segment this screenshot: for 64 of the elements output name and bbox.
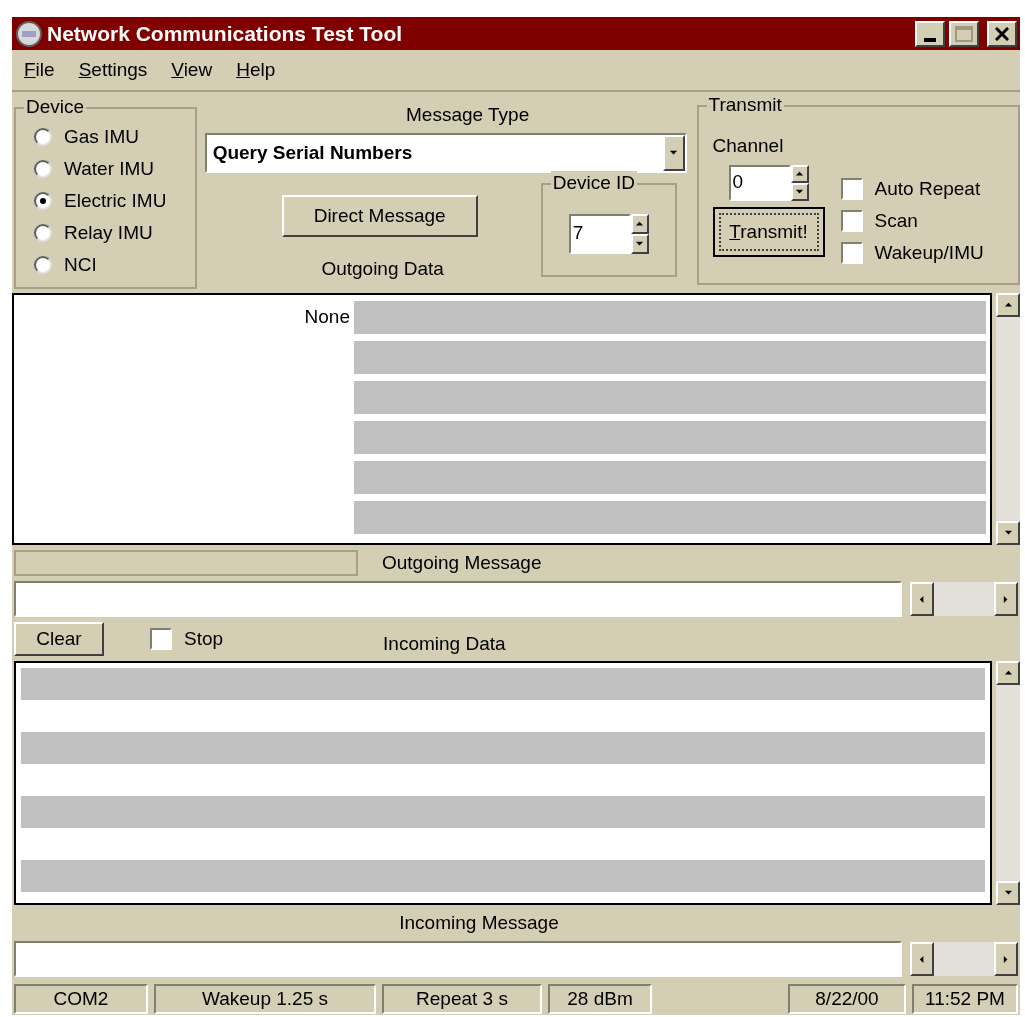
menu-item[interactable]: View <box>171 55 213 85</box>
checkbox[interactable] <box>840 242 863 264</box>
minimize-icon <box>924 37 936 42</box>
app-icon <box>15 19 43 48</box>
checkbox-label: Stop <box>184 626 224 651</box>
maximize-button[interactable] <box>949 20 979 47</box>
scroll-up-button[interactable] <box>996 661 1020 685</box>
dropdown-value: Query Serial Numbers <box>211 140 414 165</box>
table-cell-text: None <box>304 305 350 329</box>
radio-label: Electric IMU <box>64 188 167 213</box>
menu-item[interactable]: Settings <box>78 55 148 85</box>
message-type-label: Message Type <box>406 103 530 127</box>
transmit-button[interactable]: Transmit! <box>712 207 825 257</box>
close-button[interactable] <box>987 20 1017 47</box>
scroll-right-button[interactable] <box>994 582 1018 616</box>
radio-button[interactable] <box>34 224 52 242</box>
incoming-data-label: Incoming Data <box>383 631 506 656</box>
direct-message-button[interactable]: Direct Message <box>281 195 478 237</box>
menu-item[interactable]: File <box>24 55 55 85</box>
device-id-field[interactable]: 7 <box>568 214 631 254</box>
status-panel: Repeat 3 s <box>382 984 542 1014</box>
checkbox[interactable] <box>150 628 172 650</box>
horizontal-scrollbar[interactable] <box>910 582 1018 616</box>
minimize-button[interactable] <box>915 20 945 47</box>
horizontal-scrollbar[interactable] <box>910 942 1018 976</box>
status-panel: Wakeup 1.25 s <box>154 984 376 1014</box>
incoming-message-label: Incoming Message <box>399 910 559 935</box>
checkbox[interactable] <box>840 210 863 232</box>
message-type-dropdown[interactable]: Query Serial Numbers <box>204 133 687 173</box>
checkbox-label: Auto Repeat <box>874 176 981 201</box>
outgoing-message-label: Outgoing Message <box>382 550 542 575</box>
scroll-right-button[interactable] <box>994 942 1018 976</box>
outgoing-message-field[interactable] <box>14 581 902 617</box>
status-panel: 8/22/00 <box>788 984 906 1014</box>
scroll-down-button[interactable] <box>996 521 1020 545</box>
scroll-left-button[interactable] <box>910 942 934 976</box>
radio-label: Relay IMU <box>64 220 153 245</box>
checkbox-label: Wakeup/IMU <box>874 240 984 265</box>
radio-label: Gas IMU <box>64 124 139 149</box>
status-panel: 11:52 PM <box>912 984 1018 1014</box>
outgoing-data-label: Outgoing Data <box>321 257 444 281</box>
scroll-up-button[interactable] <box>996 293 1020 317</box>
channel-label: Channel <box>712 134 785 158</box>
radio-button[interactable] <box>34 192 52 210</box>
radio-button[interactable] <box>34 128 52 146</box>
close-icon <box>995 26 1009 41</box>
scroll-down-button[interactable] <box>996 881 1020 905</box>
status-panel: 28 dBm <box>548 984 652 1014</box>
menu-item[interactable]: Help <box>236 55 276 85</box>
clear-button[interactable]: Clear <box>14 622 104 656</box>
channel-field[interactable]: 0 <box>728 165 791 201</box>
checkbox[interactable] <box>840 178 863 200</box>
window-title: Network Communications Test Tool <box>47 20 404 47</box>
maximize-icon <box>955 25 973 42</box>
scroll-left-button[interactable] <box>910 582 934 616</box>
vertical-scrollbar[interactable] <box>996 661 1020 905</box>
radio-button[interactable] <box>34 160 52 178</box>
incoming-message-field[interactable] <box>14 941 902 977</box>
radio-label: Water IMU <box>64 156 155 181</box>
radio-button[interactable] <box>34 256 52 274</box>
vertical-scrollbar[interactable] <box>996 293 1020 545</box>
radio-label: NCI <box>64 252 97 277</box>
status-panel: COM2 <box>14 984 148 1014</box>
checkbox-label: Scan <box>874 208 918 233</box>
